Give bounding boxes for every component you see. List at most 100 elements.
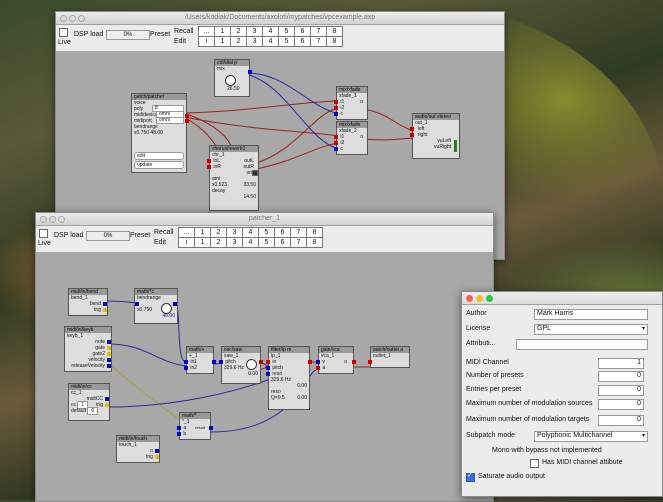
minimize-button[interactable]: [69, 15, 76, 22]
output-pin[interactable]: [103, 302, 107, 306]
zoom-button[interactable]: [78, 15, 85, 22]
license-select[interactable]: GPL ▾: [534, 324, 648, 335]
input-pin[interactable]: [219, 360, 223, 364]
minimize-button[interactable]: [476, 295, 483, 302]
output-pin[interactable]: [308, 360, 312, 364]
output-pin[interactable]: [105, 397, 109, 401]
input-pin[interactable]: [316, 366, 320, 370]
edit-cell[interactable]: 3: [226, 237, 243, 248]
input-pin-inr[interactable]: [207, 165, 211, 169]
output-pin[interactable]: [209, 426, 213, 430]
midi-channel-stepper[interactable]: 1: [598, 358, 644, 369]
input-pin[interactable]: [316, 360, 320, 364]
input-pin[interactable]: [266, 360, 270, 364]
edit-cell[interactable]: 1: [194, 237, 211, 248]
patcher-object[interactable]: patch/patcher voice poly 8 mididevice omni…: [131, 93, 189, 173]
xfade2-object[interactable]: mix/xfade xfade_2 i1 o i2 c: [334, 121, 368, 155]
recall-cell[interactable]: 3: [226, 227, 243, 238]
math-times-object[interactable]: math/* *_1 a result b: [177, 412, 213, 440]
recall-cell[interactable]: 7: [290, 227, 307, 238]
recall-cell[interactable]: 2: [230, 26, 247, 37]
output-pin[interactable]: [212, 360, 216, 364]
patcher-update-button[interactable]: update: [134, 161, 184, 169]
midi-channel-attr-checkbox[interactable]: [530, 459, 539, 468]
input-pin[interactable]: [334, 112, 338, 116]
max-mod-targets-stepper[interactable]: 0: [598, 415, 644, 426]
xfade1-object[interactable]: mix/xfade xfade_1 i1 o i2 c: [334, 86, 368, 120]
output-pin[interactable]: [107, 358, 111, 362]
input-pin[interactable]: [334, 100, 338, 104]
midi-keyb-object[interactable]: midi/in/keyb keyb_1 note gate gate2 velo…: [64, 326, 112, 372]
patch-outlet-object[interactable]: patch/outlet a outlet_1: [368, 346, 410, 368]
close-button[interactable]: [60, 15, 67, 22]
zoom-button[interactable]: [486, 295, 493, 302]
recall-cell[interactable]: 3: [246, 26, 263, 37]
output-pin[interactable]: [248, 70, 252, 74]
recall-cell[interactable]: 5: [258, 227, 275, 238]
recall-cell[interactable]: 2: [210, 227, 227, 238]
osc-saw-object[interactable]: osc/saw saw_1 pitch 329.6 Hz 0.00: [219, 346, 263, 384]
edit-cell[interactable]: 2: [230, 36, 247, 47]
midi-cc-object[interactable]: midi/in/cc cc_1 midiCC cc 1 trig default …: [68, 383, 110, 421]
zoom-button[interactable]: [58, 216, 65, 223]
recall-cell[interactable]: 8: [306, 227, 323, 238]
output-pin[interactable]: [105, 403, 109, 407]
output-pin[interactable]: [103, 308, 107, 312]
edit-cell[interactable]: 8: [306, 237, 323, 248]
output-pin[interactable]: [107, 364, 111, 368]
subpatch-canvas[interactable]: midi/in/bend bend_1 bend trig math/*c be…: [36, 252, 493, 501]
recall-cell[interactable]: 8: [326, 26, 343, 37]
recall-cell[interactable]: ...: [198, 26, 215, 37]
recall-cell[interactable]: 1: [214, 26, 231, 37]
output-pin[interactable]: [173, 302, 177, 306]
input-pin[interactable]: [135, 302, 139, 306]
output-pin[interactable]: [155, 455, 159, 459]
input-pin[interactable]: [334, 147, 338, 151]
gain-vca-object[interactable]: gain/vca vca_1 vo a: [316, 346, 356, 374]
edit-cell[interactable]: 5: [278, 36, 295, 47]
edit-cell[interactable]: 6: [294, 36, 311, 47]
live-checkbox[interactable]: [59, 28, 68, 37]
edit-cell[interactable]: 8: [326, 36, 343, 47]
pitch-dial[interactable]: [246, 359, 257, 370]
recall-cell[interactable]: 7: [310, 26, 327, 37]
author-input[interactable]: Mark Harris: [534, 309, 648, 320]
left-input-pin[interactable]: [410, 127, 414, 131]
default-value[interactable]: 0: [87, 407, 99, 415]
edit-cell[interactable]: i: [178, 237, 195, 248]
live-checkbox[interactable]: [39, 229, 48, 238]
input-pin[interactable]: [334, 135, 338, 139]
close-button[interactable]: [40, 216, 47, 223]
midi-bend-object[interactable]: midi/in/bend bend_1 bend trig: [68, 288, 108, 316]
ctrl-dial-object[interactable]: ctrl/dial p mix 26.50: [214, 59, 252, 97]
attribution-input[interactable]: [516, 339, 648, 350]
settings-title-bar[interactable]: [462, 292, 662, 305]
recall-cell[interactable]: 4: [262, 26, 279, 37]
input-pin[interactable]: [334, 141, 338, 145]
input-pin[interactable]: [334, 106, 338, 110]
edit-cell[interactable]: 7: [310, 36, 327, 47]
recall-cell[interactable]: 4: [242, 227, 259, 238]
input-pin[interactable]: [368, 360, 372, 364]
edit-cell[interactable]: 2: [210, 237, 227, 248]
recall-cell[interactable]: 1: [194, 227, 211, 238]
input-pin-inl[interactable]: [207, 159, 211, 163]
input-pin[interactable]: [266, 372, 270, 376]
input-pin[interactable]: [184, 366, 188, 370]
edit-cell[interactable]: i: [198, 36, 215, 47]
right-input-pin[interactable]: [410, 133, 414, 137]
output-pin[interactable]: [185, 119, 189, 123]
edit-cell[interactable]: 4: [242, 237, 259, 248]
edit-cell[interactable]: 1: [214, 36, 231, 47]
input-pin[interactable]: [177, 432, 181, 436]
math-c-object[interactable]: math/*c bendrange x0.750 48.00: [134, 288, 178, 324]
audio-out-object[interactable]: audio/out stereo out_1 left right vuLeft…: [410, 113, 460, 159]
input-pin[interactable]: [177, 426, 181, 430]
max-mod-sources-stepper[interactable]: 0: [598, 399, 644, 410]
edit-cell[interactable]: 3: [246, 36, 263, 47]
output-pin[interactable]: [107, 346, 111, 350]
entries-per-preset-stepper[interactable]: 0: [598, 385, 644, 396]
recall-cell[interactable]: 6: [274, 227, 291, 238]
recall-cell[interactable]: 6: [294, 26, 311, 37]
mix-dial[interactable]: [225, 75, 236, 86]
